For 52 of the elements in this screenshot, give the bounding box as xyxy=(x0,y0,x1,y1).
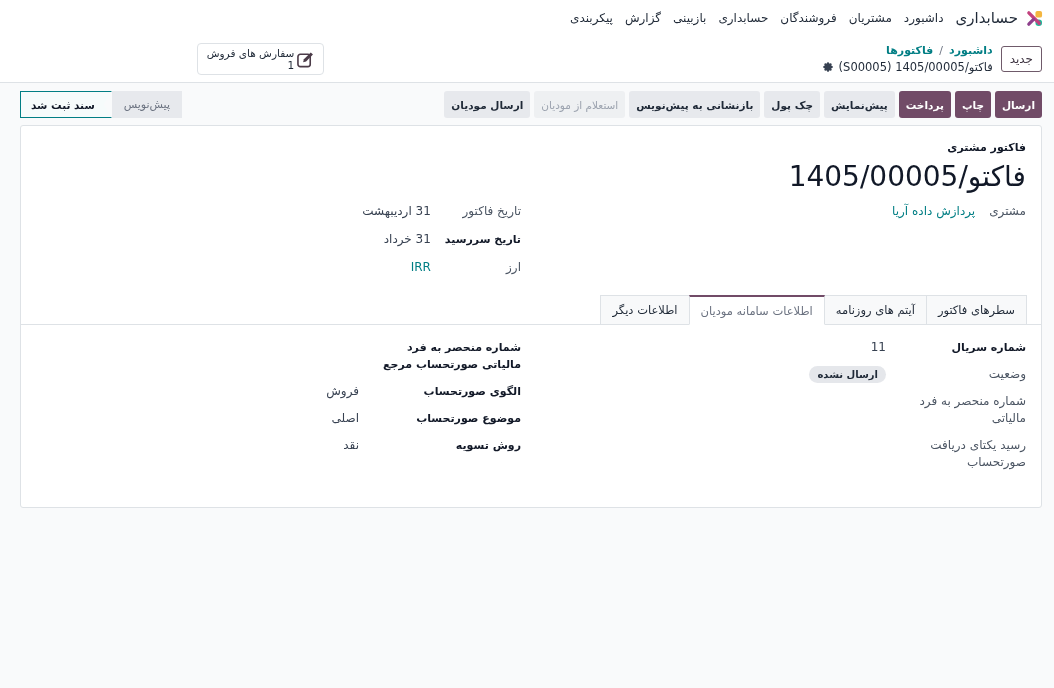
field-label: روش تسویه xyxy=(455,438,521,454)
record-name: فاکتو/1405/00005 (S00005) xyxy=(838,59,993,75)
app-name[interactable]: حسابداری xyxy=(955,9,1018,27)
field-value: نقد xyxy=(343,437,359,454)
settings-icon[interactable] xyxy=(822,62,833,72)
menu-item[interactable]: فروشندگان xyxy=(774,8,843,28)
field-label: رسید یکتای دریافت صورتحساب xyxy=(929,437,1026,471)
action-button[interactable]: بازنشانی به پیش‌نویس xyxy=(629,91,761,118)
status-step[interactable]: سند ثبت شد xyxy=(20,91,112,118)
field-link[interactable]: IRR xyxy=(410,259,431,276)
menu-item[interactable]: بازبینی xyxy=(667,8,713,28)
document-type: فاکتور مشتری xyxy=(946,140,1026,156)
field-value: 11 xyxy=(870,339,886,356)
action-button[interactable]: ارسال مودیان xyxy=(444,91,531,118)
field-value: 31 اردیبهشت xyxy=(362,203,431,220)
tab[interactable]: آیتم های روزنامه xyxy=(823,295,927,325)
field-link[interactable]: پردازش داده آریا xyxy=(892,203,976,220)
status-badge: ارسال نشده xyxy=(809,366,886,383)
action-button[interactable]: پرداخت xyxy=(898,91,951,118)
action-button[interactable]: پیش‌نمایش xyxy=(823,91,895,118)
edit-icon xyxy=(297,50,315,68)
field-label: وضعیت xyxy=(988,366,1026,383)
field-label: شماره منحصر به فرد مالیاتی صورتحساب مرجع xyxy=(382,340,521,373)
menu-item[interactable]: داشبورد xyxy=(897,8,950,28)
tab[interactable]: اطلاعات سامانه مودیان xyxy=(688,295,825,325)
field-label: الگوی صورتحساب xyxy=(423,384,521,400)
tab[interactable]: سطرهای فاکتور xyxy=(925,295,1027,325)
field-label: شماره سریال xyxy=(951,340,1026,356)
status-step[interactable]: پیش‌نویس xyxy=(111,91,182,118)
field-label: مشتری xyxy=(989,203,1026,220)
menu-item[interactable]: گزارش xyxy=(618,8,668,28)
new-button[interactable]: جدید xyxy=(1000,46,1042,72)
menu-item[interactable]: پیکربندی xyxy=(564,8,619,28)
field-label: ارز xyxy=(506,259,521,276)
field-label: تاریخ سررسید xyxy=(444,232,521,248)
invoice-title: فاکتو/1405/00005 xyxy=(787,160,1026,194)
menu-item[interactable]: حسابداری xyxy=(712,8,775,28)
action-button[interactable]: ارسال xyxy=(994,91,1042,118)
breadcrumb-link[interactable]: فاکتورها xyxy=(886,43,934,59)
action-button[interactable]: چک پول xyxy=(764,91,820,118)
field-label: تاریخ فاکتور xyxy=(462,203,521,220)
menu-item[interactable]: مشتریان xyxy=(842,8,898,28)
field-value: فروش xyxy=(326,383,359,400)
field-label: شماره منحصر به فرد مالیاتی xyxy=(918,393,1026,427)
app-logo-icon[interactable] xyxy=(1026,9,1043,27)
breadcrumb-separator: / xyxy=(939,43,944,59)
tab[interactable]: اطلاعات دیگر xyxy=(600,295,690,325)
action-button[interactable]: چاپ xyxy=(954,91,991,118)
field-value: 31 خرداد xyxy=(383,231,431,248)
field-value: اصلی xyxy=(331,410,359,427)
breadcrumb-link[interactable]: داشبورد xyxy=(949,43,993,59)
field-label: موضوع صورتحساب xyxy=(416,411,521,427)
